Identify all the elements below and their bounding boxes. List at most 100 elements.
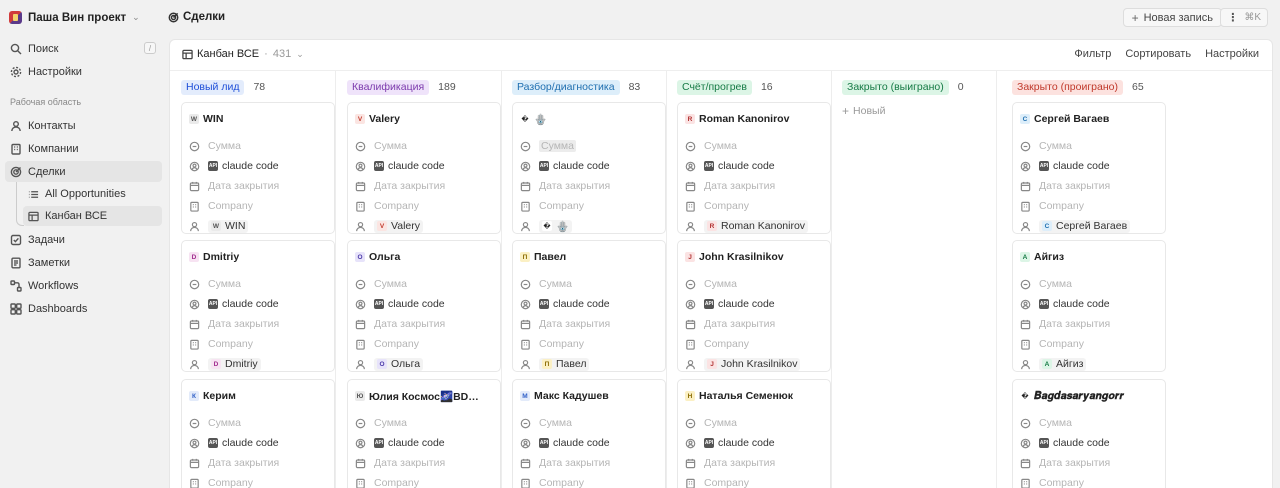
field-contact[interactable]: С Сергей Вагаев <box>1020 219 1159 233</box>
sidebar-item-contacts[interactable]: Контакты <box>5 115 162 136</box>
workspace-switcher[interactable]: Паша Вин проект ⌄ <box>9 9 140 26</box>
deal-card[interactable]: А Айгиз Сумма API claude code Дата закрыти… <box>1012 240 1166 372</box>
card-title[interactable]: D Dmitriy <box>189 250 328 264</box>
field-company[interactable]: Company <box>520 337 659 351</box>
new-card-button[interactable]: + Новый <box>842 104 885 118</box>
card-title[interactable]: А Айгиз <box>1020 250 1159 264</box>
field-amount[interactable]: Сумма <box>520 416 659 430</box>
field-company[interactable]: Company <box>520 199 659 213</box>
field-close-date[interactable]: Дата закрытия <box>1020 179 1159 193</box>
sidebar-view-kanban-all[interactable]: Канбан ВСЕ <box>23 206 162 226</box>
card-title[interactable]: � 𝑩𝒂𝒈𝒅𝒂𝒔𝒂𝒓𝒚𝒂𝒏𝒈𝒐𝒓𝒓 <box>1020 389 1159 403</box>
deal-card[interactable]: J John Krasilnikov Сумма API claude code Д… <box>677 240 831 372</box>
deal-card[interactable]: Н Наталья Семенюк Сумма API claude code Да… <box>677 379 831 488</box>
field-company[interactable]: Company <box>189 199 328 213</box>
contact-chip[interactable]: D Dmitriy <box>208 357 261 371</box>
field-amount[interactable]: Сумма <box>355 277 494 291</box>
contact-chip[interactable]: R Roman Kanonirov <box>704 219 809 233</box>
column-header[interactable]: Счёт/прогрев 16 <box>677 79 773 95</box>
column-header[interactable]: Новый лид 78 <box>181 79 265 95</box>
card-title[interactable]: � 🪬 <box>520 112 659 126</box>
field-owner[interactable]: API claude code <box>520 436 659 450</box>
field-amount[interactable]: Сумма <box>1020 277 1159 291</box>
contact-chip[interactable]: П Павел <box>539 357 590 371</box>
field-owner[interactable]: API claude code <box>685 159 824 173</box>
column-header[interactable]: Разбор/диагностика 83 <box>512 79 640 95</box>
field-company[interactable]: Company <box>355 199 494 213</box>
field-amount[interactable]: Сумма <box>685 139 824 153</box>
field-amount[interactable]: Сумма <box>520 277 659 291</box>
sort-button[interactable]: Сортировать <box>1125 48 1191 60</box>
filter-button[interactable]: Фильтр <box>1074 48 1111 60</box>
field-contact[interactable]: J John Krasilnikov <box>685 357 824 371</box>
field-owner[interactable]: API claude code <box>355 297 494 311</box>
card-title[interactable]: J John Krasilnikov <box>685 250 824 264</box>
field-company[interactable]: Company <box>355 337 494 351</box>
sidebar-item-dashboards[interactable]: Dashboards <box>5 298 162 319</box>
view-options-button[interactable]: Настройки <box>1205 48 1259 60</box>
field-amount[interactable]: Сумма <box>189 416 328 430</box>
view-switcher[interactable]: Канбан ВСЕ · 431 ⌄ <box>182 48 304 60</box>
sidebar-item-notes[interactable]: Заметки <box>5 252 162 273</box>
column-header[interactable]: Квалификация 189 <box>347 79 456 95</box>
card-title[interactable]: W WIN <box>189 112 328 126</box>
field-close-date[interactable]: Дата закрытия <box>685 317 824 331</box>
field-contact[interactable]: П Павел <box>520 357 659 371</box>
field-company[interactable]: Company <box>685 476 824 488</box>
field-owner[interactable]: API claude code <box>1020 436 1159 450</box>
new-record-button[interactable]: + Новая запись <box>1122 8 1222 27</box>
field-owner[interactable]: API claude code <box>189 297 328 311</box>
sidebar-search[interactable]: Поиск / <box>5 38 162 59</box>
field-close-date[interactable]: Дата закрытия <box>1020 456 1159 470</box>
field-close-date[interactable]: Дата закрытия <box>520 317 659 331</box>
sidebar-settings[interactable]: Настройки <box>5 61 162 82</box>
field-close-date[interactable]: Дата закрытия <box>189 179 328 193</box>
field-company[interactable]: Company <box>1020 337 1159 351</box>
deal-card[interactable]: W WIN Сумма API claude code Дата закрытия … <box>181 102 335 234</box>
field-owner[interactable]: API claude code <box>685 436 824 450</box>
column-header[interactable]: Закрыто (проиграно) 65 <box>1012 79 1144 95</box>
deal-card[interactable]: С Сергей Вагаев Сумма API claude code Дата… <box>1012 102 1166 234</box>
field-owner[interactable]: API claude code <box>520 159 659 173</box>
deal-card[interactable]: V Valery Сумма API claude code Дата закрыт… <box>347 102 501 234</box>
field-company[interactable]: Company <box>685 199 824 213</box>
contact-chip[interactable]: С Сергей Вагаев <box>1039 219 1131 233</box>
card-title[interactable]: П Павел <box>520 250 659 264</box>
field-contact[interactable]: � 🪬 <box>520 219 659 233</box>
field-company[interactable]: Company <box>1020 199 1159 213</box>
contact-chip[interactable]: W WIN <box>208 219 249 233</box>
field-amount[interactable]: Сумма <box>355 416 494 430</box>
field-close-date[interactable]: Дата закрытия <box>520 456 659 470</box>
card-title[interactable]: V Valery <box>355 112 494 126</box>
field-close-date[interactable]: Дата закрытия <box>189 456 328 470</box>
field-company[interactable]: Company <box>1020 476 1159 488</box>
deal-card[interactable]: Ю Юлия Космос🌌BD… Сумма API claude code Да… <box>347 379 501 488</box>
deal-card[interactable]: М Макс Кадушев Сумма API claude code Дата … <box>512 379 666 488</box>
field-company[interactable]: Company <box>685 337 824 351</box>
sidebar-item-tasks[interactable]: Задачи <box>5 229 162 250</box>
deal-card[interactable]: П Павел Сумма API claude code Дата закрыти… <box>512 240 666 372</box>
field-amount[interactable]: Сумма <box>685 416 824 430</box>
field-contact[interactable]: О Ольга <box>355 357 494 371</box>
deal-card[interactable]: D Dmitriy Сумма API claude code Дата закры… <box>181 240 335 372</box>
field-close-date[interactable]: Дата закрытия <box>189 317 328 331</box>
field-owner[interactable]: API claude code <box>189 436 328 450</box>
card-title[interactable]: С Сергей Вагаев <box>1020 112 1159 126</box>
deal-card[interactable]: � 𝑩𝒂𝒈𝒅𝒂𝒔𝒂𝒓𝒚𝒂𝒏𝒈𝒐𝒓𝒓 Сумма API claude code Да… <box>1012 379 1166 488</box>
field-contact[interactable]: А Айгиз <box>1020 357 1159 371</box>
contact-chip[interactable]: J John Krasilnikov <box>704 357 801 371</box>
field-close-date[interactable]: Дата закрытия <box>685 456 824 470</box>
more-options-button[interactable]: ⋮ ⌘K <box>1220 8 1268 27</box>
contact-chip[interactable]: А Айгиз <box>1039 357 1087 371</box>
sidebar-item-workflows[interactable]: Workflows <box>5 275 162 296</box>
field-owner[interactable]: API claude code <box>355 436 494 450</box>
contact-chip[interactable]: � 🪬 <box>539 219 573 233</box>
deal-card[interactable]: К Керим Сумма API claude code Дата закрыти… <box>181 379 335 488</box>
field-close-date[interactable]: Дата закрытия <box>1020 317 1159 331</box>
field-company[interactable]: Company <box>520 476 659 488</box>
field-close-date[interactable]: Дата закрытия <box>520 179 659 193</box>
field-contact[interactable]: D Dmitriy <box>189 357 328 371</box>
deal-card[interactable]: � 🪬 Сумма API claude code Дата закрытия Co… <box>512 102 666 234</box>
field-amount[interactable]: Сумма <box>520 139 659 153</box>
card-title[interactable]: R Roman Kanonirov <box>685 112 824 126</box>
